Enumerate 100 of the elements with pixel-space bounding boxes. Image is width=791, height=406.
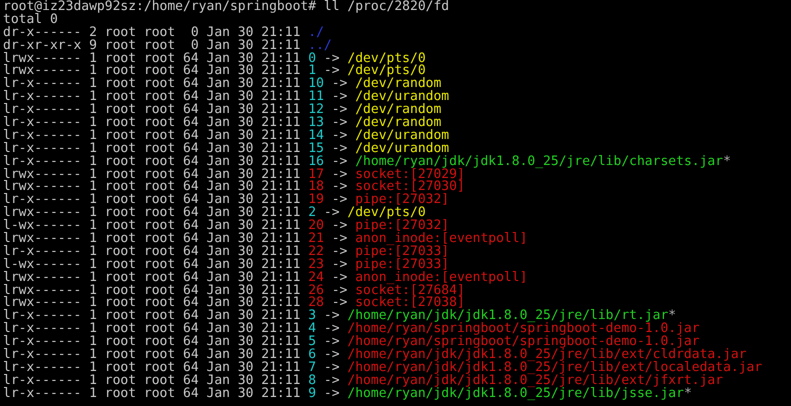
file-metadata: lr-x------ 1 root root 64 Jan 30 21:11: [3, 372, 300, 388]
link-arrow: ->: [332, 154, 348, 169]
file-metadata: lr-x------ 1 root root 64 Jan 30 21:11: [3, 76, 300, 92]
link-target: socket:[27038]: [355, 295, 465, 310]
link-target: pipe:[27032]: [355, 192, 450, 208]
link-arrow: ->: [332, 89, 348, 104]
file-metadata: lr-x------ 1 root root 64 Jan 30 21:11: [3, 244, 300, 259]
link-target: anon_inode:[eventpoll]: [355, 270, 528, 285]
link-arrow: ->: [324, 347, 340, 362]
link-target: /home/ryan/jdk/jdk1.8.0_25/jre/lib/ext/localedata.jar: [347, 360, 762, 375]
file-name: 22: [308, 244, 324, 259]
file-name: 3: [308, 308, 316, 324]
link-target: anon_inode:[eventpoll]: [355, 231, 528, 246]
file-metadata: lr-x------ 1 root root 64 Jan 30 21:11: [3, 347, 300, 362]
file-metadata: lr-x------ 1 root root 64 Jan 30 21:11: [3, 360, 300, 375]
link-target: /dev/pts/0: [347, 50, 426, 66]
file-metadata: l-wx------ 1 root root 64 Jan 30 21:11: [3, 218, 300, 234]
file-name: 21: [308, 231, 324, 246]
link-arrow: ->: [332, 244, 348, 259]
file-name: 12: [308, 102, 324, 118]
link-arrow: ->: [324, 334, 340, 350]
link-target: /dev/random: [355, 115, 442, 130]
file-name: 20: [308, 218, 324, 234]
output-line: total 0: [3, 12, 58, 27]
link-target: pipe:[27033]: [355, 256, 450, 272]
file-metadata: lr-x------ 1 root root 64 Jan 30 21:11: [3, 321, 300, 336]
executable-marker: *: [668, 308, 676, 324]
link-arrow: ->: [324, 386, 340, 401]
file-name: 0: [308, 50, 316, 66]
link-arrow: ->: [332, 76, 348, 92]
file-metadata: dr-x------ 2 root root 0 Jan 30 21:11: [3, 24, 300, 40]
link-target: /home/ryan/jdk/jdk1.8.0_25/jre/lib/ext/cldrdata.jar: [347, 347, 747, 362]
link-arrow: ->: [332, 295, 348, 310]
file-name: 17: [308, 166, 324, 182]
file-name: 1: [308, 63, 316, 78]
file-name: 23: [308, 256, 324, 272]
file-metadata: lrwx------ 1 root root 64 Jan 30 21:11: [3, 295, 300, 310]
file-metadata: lr-x------ 1 root root 64 Jan 30 21:11: [3, 128, 300, 143]
file-name: 28: [308, 295, 324, 310]
file-name: 7: [308, 360, 316, 375]
link-arrow: ->: [324, 50, 340, 66]
link-target: socket:[27030]: [355, 179, 465, 194]
file-metadata: lrwx------ 1 root root 64 Jan 30 21:11: [3, 231, 300, 246]
file-name: 19: [308, 192, 324, 208]
link-target: pipe:[27032]: [355, 218, 450, 234]
link-arrow: ->: [324, 360, 340, 375]
file-metadata: lr-x------ 1 root root 64 Jan 30 21:11: [3, 115, 300, 130]
file-metadata: lrwx------ 1 root root 64 Jan 30 21:11: [3, 270, 300, 285]
file-metadata: lrwx------ 1 root root 64 Jan 30 21:11: [3, 179, 300, 194]
link-arrow: ->: [332, 166, 348, 182]
file-metadata: lr-x------ 1 root root 64 Jan 30 21:11: [3, 334, 300, 350]
link-arrow: ->: [332, 256, 348, 272]
file-name: 2: [308, 205, 316, 220]
file-name: 6: [308, 347, 316, 362]
file-name: 8: [308, 372, 316, 388]
link-arrow: ->: [332, 192, 348, 208]
link-arrow: ->: [332, 282, 348, 298]
link-target: /dev/urandom: [355, 140, 450, 156]
file-name: 5: [308, 334, 316, 350]
file-metadata: lr-x------ 1 root root 64 Jan 30 21:11: [3, 308, 300, 324]
executable-marker: *: [684, 386, 692, 401]
file-name: ../: [308, 38, 332, 53]
link-arrow: ->: [324, 308, 340, 324]
link-arrow: ->: [332, 128, 348, 143]
file-name: 11: [308, 89, 324, 104]
file-name: 18: [308, 179, 324, 194]
link-target: /home/ryan/jdk/jdk1.8.0_25/jre/lib/charsets.jar: [355, 154, 724, 169]
link-arrow: ->: [332, 231, 348, 246]
link-arrow: ->: [324, 321, 340, 336]
link-target: /dev/pts/0: [347, 63, 426, 78]
link-arrow: ->: [324, 372, 340, 388]
file-metadata: lrwx------ 1 root root 64 Jan 30 21:11: [3, 205, 300, 220]
file-metadata: lrwx------ 1 root root 64 Jan 30 21:11: [3, 63, 300, 78]
link-arrow: ->: [332, 179, 348, 194]
link-arrow: ->: [324, 63, 340, 78]
link-target: /home/ryan/jdk/jdk1.8.0_25/jre/lib/ext/jfxrt.jar: [347, 372, 724, 388]
file-metadata: lr-x------ 1 root root 64 Jan 30 21:11: [3, 89, 300, 104]
file-metadata: lr-x------ 1 root root 64 Jan 30 21:11: [3, 192, 300, 208]
file-metadata: lr-x------ 1 root root 64 Jan 30 21:11: [3, 154, 300, 169]
link-target: /home/ryan/springboot/springboot-demo-1.0.jar: [347, 321, 700, 336]
shell-prompt: root@iz23dawp92sz:/home/ryan/springboot#: [3, 0, 316, 14]
link-arrow: ->: [332, 102, 348, 118]
command-text: ll /proc/2820/fd: [324, 0, 450, 14]
link-arrow: ->: [332, 115, 348, 130]
link-target: /dev/urandom: [355, 128, 450, 143]
link-target: /home/ryan/jdk/jdk1.8.0_25/jre/lib/jsse.jar: [347, 386, 684, 401]
link-target: pipe:[27033]: [355, 244, 450, 259]
link-arrow: ->: [324, 205, 340, 220]
file-metadata: lr-x------ 1 root root 64 Jan 30 21:11: [3, 140, 300, 156]
file-metadata: lr-x------ 1 root root 64 Jan 30 21:11: [3, 102, 300, 118]
link-arrow: ->: [332, 218, 348, 234]
executable-marker: *: [723, 154, 731, 169]
link-target: /dev/random: [355, 76, 442, 92]
link-arrow: ->: [332, 140, 348, 156]
link-target: /dev/pts/0: [347, 205, 426, 220]
link-target: /dev/random: [355, 102, 442, 118]
file-name: 9: [308, 386, 316, 401]
file-metadata: dr-xr-xr-x 9 root root 0 Jan 30 21:11: [3, 38, 300, 53]
link-target: /home/ryan/jdk/jdk1.8.0_25/jre/lib/rt.jar: [347, 308, 668, 324]
file-name: 14: [308, 128, 324, 143]
